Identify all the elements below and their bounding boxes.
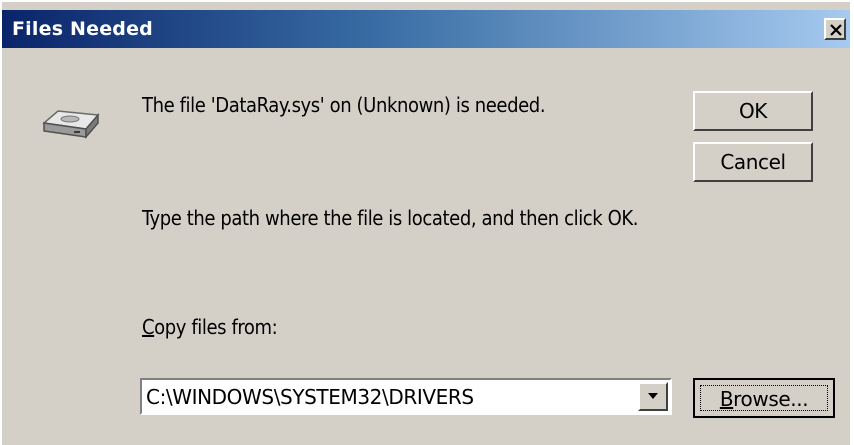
copy-label-accelerator: C: [142, 315, 155, 339]
files-needed-dialog: Files Needed The file 'DataRay.sys' on (…: [0, 0, 850, 445]
browse-button[interactable]: Browse...: [693, 378, 835, 418]
close-x-icon: [830, 24, 842, 36]
browse-focus-rect: Browse...: [700, 385, 828, 411]
browse-label: rowse...: [733, 387, 809, 411]
drive-icon: [40, 105, 102, 146]
needed-file-message: The file 'DataRay.sys' on (Unknown) is n…: [142, 93, 546, 117]
close-button[interactable]: [824, 18, 846, 40]
window-title: Files Needed: [12, 18, 153, 40]
copy-label-text: opy files from:: [154, 315, 278, 339]
copy-path-combobox[interactable]: [140, 378, 672, 415]
copy-path-input[interactable]: [142, 380, 634, 413]
ok-button[interactable]: OK: [693, 91, 813, 131]
chevron-down-icon: [648, 393, 658, 399]
cancel-button[interactable]: Cancel: [693, 142, 813, 182]
combo-dropdown-button[interactable]: [638, 382, 668, 411]
copy-files-from-label: Copy files from:: [142, 315, 278, 339]
title-bar[interactable]: Files Needed: [2, 10, 850, 48]
browse-accelerator: B: [719, 387, 734, 411]
instruction-text: Type the path where the file is located,…: [142, 206, 639, 230]
